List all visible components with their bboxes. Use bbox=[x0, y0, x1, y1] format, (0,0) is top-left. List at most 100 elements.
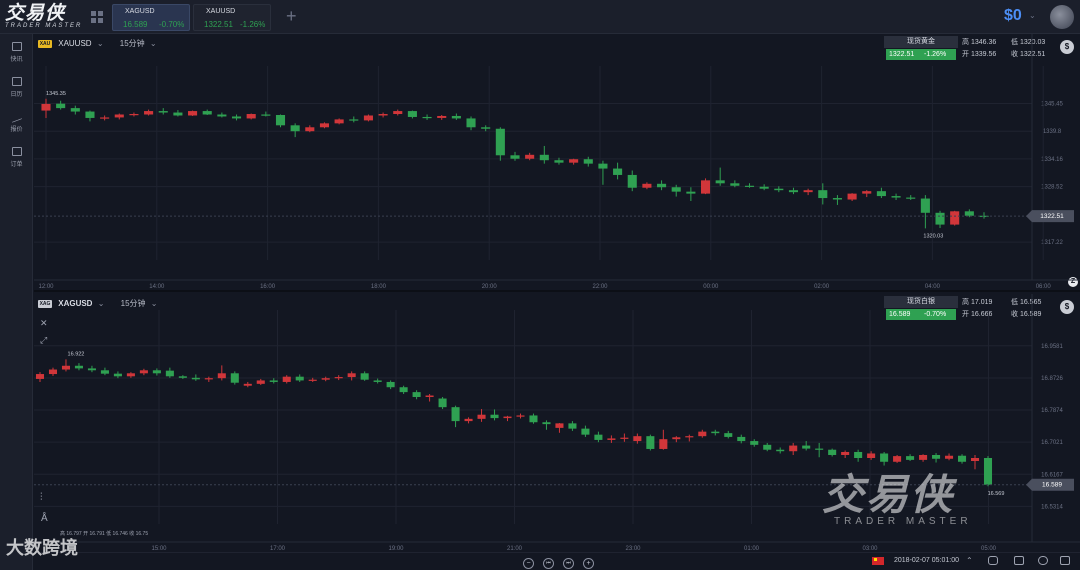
y-tick-label: 16.8726 bbox=[1041, 376, 1063, 382]
candle-body bbox=[542, 422, 551, 425]
tab-change: -0.70% bbox=[159, 20, 185, 29]
candle bbox=[451, 113, 461, 120]
candle bbox=[503, 415, 512, 422]
draw-tool-icon[interactable]: Å bbox=[41, 513, 48, 524]
candle-body bbox=[173, 112, 183, 116]
avatar[interactable] bbox=[1050, 5, 1074, 29]
candle-body bbox=[686, 191, 696, 194]
chart-panel-gold[interactable]: XAU XAUUSD ⌄ 15分钟 ⌄ 现货黄金 1322.51 -1.26% … bbox=[34, 34, 1080, 292]
candle bbox=[246, 113, 256, 120]
y-tick-label: 1328.52 bbox=[1041, 185, 1063, 191]
server-time: 2018-02-07 05:01:00 bbox=[894, 557, 959, 564]
candle-body bbox=[217, 114, 227, 117]
candle bbox=[945, 453, 954, 461]
high-annotation: 16.922 bbox=[68, 351, 85, 357]
candle bbox=[363, 114, 373, 122]
x-tick-label: 16:00 bbox=[260, 284, 276, 290]
sidebar-item-news[interactable]: 快讯 bbox=[0, 40, 33, 70]
candle-body bbox=[152, 370, 161, 374]
logo-subtext: TRADER MASTER bbox=[5, 23, 83, 29]
candle-body bbox=[308, 379, 317, 381]
chevron-up-icon[interactable]: ⌃ bbox=[966, 556, 973, 565]
candle bbox=[542, 420, 551, 430]
account-balance[interactable]: $0 bbox=[1004, 7, 1022, 25]
candle-body bbox=[85, 111, 95, 118]
candle bbox=[613, 162, 623, 180]
candle bbox=[129, 112, 139, 117]
candle-body bbox=[204, 378, 213, 380]
ohlc-readout: 高 16.797 开 16.791 低 16.746 收 16.75 bbox=[60, 531, 149, 537]
china-flag-icon[interactable] bbox=[872, 557, 884, 565]
zoom-out-button[interactable]: − bbox=[523, 558, 534, 569]
candle-body bbox=[290, 125, 300, 132]
candle-body bbox=[321, 378, 330, 380]
candle-body bbox=[129, 114, 139, 116]
candle-body bbox=[319, 123, 330, 128]
add-tab-button[interactable]: + bbox=[286, 6, 297, 27]
sidebar-item-calendar[interactable]: 日历 bbox=[0, 75, 33, 105]
candle-body bbox=[568, 423, 577, 429]
candle bbox=[139, 368, 148, 376]
candlestick-chart-gold[interactable]: 1345.45 1339.8 1334.16 1328.52 1317.22 12:00 1… bbox=[34, 34, 1080, 292]
tab-xauusd[interactable]: XAUUSD 1322.51 -1.26% bbox=[193, 4, 271, 31]
candle-body bbox=[854, 451, 863, 458]
candle-body bbox=[74, 365, 83, 369]
scroll-back-button[interactable]: ⏮ bbox=[543, 558, 554, 569]
expand-icon[interactable]: ⤢ bbox=[40, 335, 47, 346]
tab-xagusd[interactable]: XAGUSD 16.589 -0.70% bbox=[112, 4, 190, 31]
candle-body bbox=[231, 116, 242, 119]
y-tick-label: 1317.22 bbox=[1041, 240, 1063, 246]
candle-body bbox=[481, 127, 491, 129]
candle-body bbox=[334, 377, 343, 379]
candle bbox=[41, 98, 51, 118]
candle bbox=[282, 375, 291, 384]
zoom-in-button[interactable]: + bbox=[583, 558, 594, 569]
candle-body bbox=[906, 456, 915, 460]
candle-body bbox=[490, 414, 499, 419]
chart-panel-silver[interactable]: XAG XAGUSD ⌄ 15分钟 ⌄ 现货白银 16.589 -0.70% 高… bbox=[34, 294, 1080, 552]
candle bbox=[906, 195, 916, 201]
candle bbox=[759, 184, 769, 191]
candle-body bbox=[555, 423, 564, 428]
y-tick-label: 1339.8 bbox=[1043, 129, 1062, 135]
candle bbox=[646, 434, 655, 451]
candle-body bbox=[970, 458, 980, 462]
quote-icon bbox=[11, 110, 22, 123]
x-tick-label: 02:00 bbox=[814, 284, 830, 290]
candle-body bbox=[56, 103, 66, 109]
candle bbox=[202, 109, 212, 115]
candle-body bbox=[41, 103, 51, 111]
candle-body bbox=[847, 193, 857, 200]
candle-body bbox=[685, 436, 694, 438]
candle bbox=[847, 193, 857, 201]
candle bbox=[290, 123, 300, 138]
sidebar-item-quotes[interactable]: 报价 bbox=[0, 110, 33, 140]
y-tick-label: 16.6167 bbox=[1041, 472, 1063, 478]
candle bbox=[386, 380, 395, 390]
app-logo[interactable]: 交易侠 TRADER MASTER bbox=[5, 3, 83, 31]
close-icon[interactable]: ✕ bbox=[40, 318, 48, 329]
candle-body bbox=[774, 188, 784, 191]
mute-icon[interactable] bbox=[1014, 556, 1024, 565]
candle bbox=[568, 421, 577, 431]
candle-body bbox=[282, 376, 291, 382]
apps-grid-icon[interactable] bbox=[91, 11, 103, 23]
candle-body bbox=[451, 115, 461, 119]
settings-icon[interactable] bbox=[1038, 556, 1048, 565]
candle bbox=[788, 187, 799, 195]
candle-body bbox=[178, 376, 187, 378]
indicator-icon[interactable]: ⫶ bbox=[40, 492, 43, 503]
candle bbox=[477, 409, 486, 422]
candle-body bbox=[438, 398, 447, 408]
fullscreen-icon[interactable] bbox=[1060, 556, 1070, 565]
candle bbox=[334, 118, 344, 125]
candlestick-chart-silver[interactable]: 16.9581 16.8726 16.7874 16.7021 16.6167 16.53… bbox=[34, 294, 1080, 552]
candle-body bbox=[803, 190, 813, 193]
current-price-label: 16.589 bbox=[1042, 482, 1062, 489]
tab-price: 16.589 bbox=[123, 20, 148, 29]
top-bar: 交易侠 TRADER MASTER XAGUSD 16.589 -0.70% X… bbox=[0, 0, 1080, 34]
sidebar-item-orders[interactable]: 订单 bbox=[0, 145, 33, 175]
scroll-forward-button[interactable]: ⏭ bbox=[563, 558, 574, 569]
chevron-down-icon[interactable]: ⌄ bbox=[1029, 11, 1036, 20]
camera-icon[interactable] bbox=[988, 556, 998, 565]
